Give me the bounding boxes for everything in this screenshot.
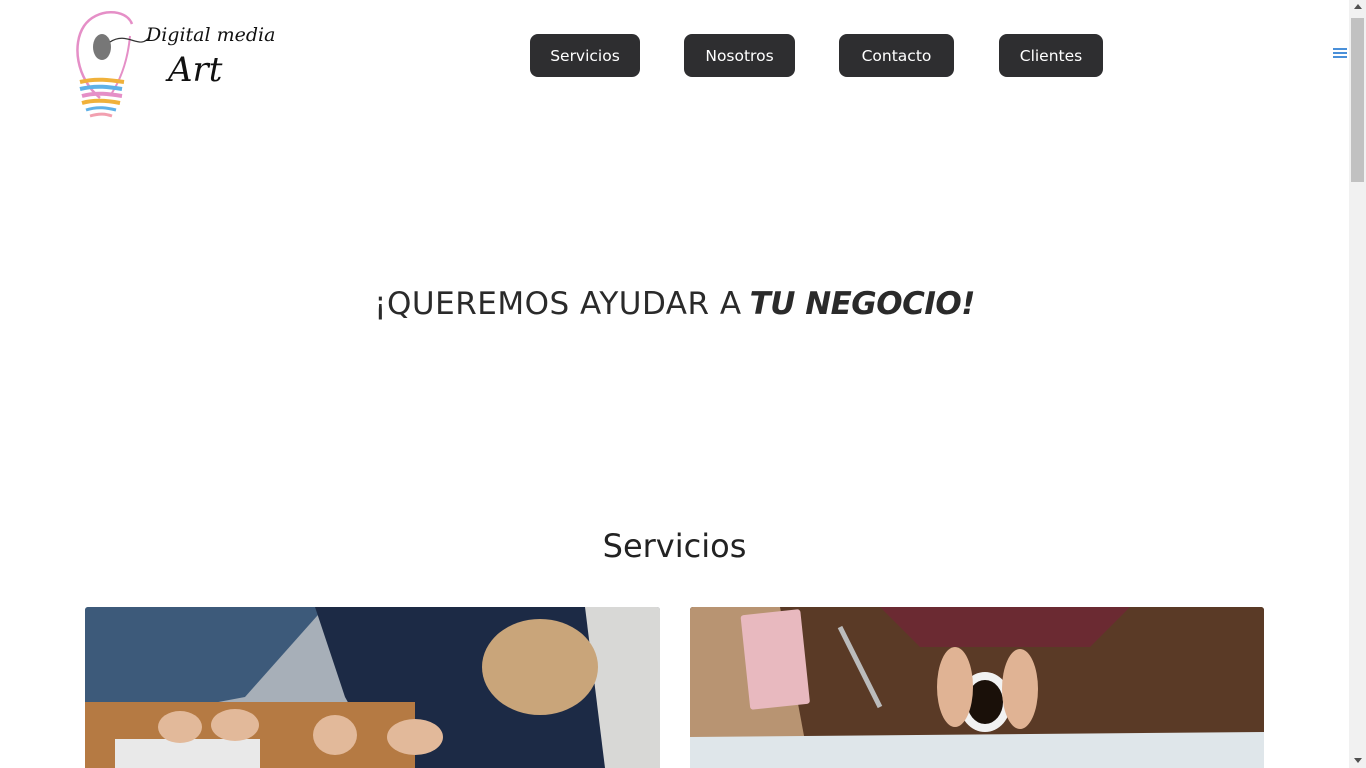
logo-text-line1: Digital media [146,24,276,46]
vertical-scrollbar[interactable] [1349,0,1366,768]
services-title: Servicios [602,527,747,565]
scrollbar-thumb[interactable] [1351,18,1364,182]
people-working-laptop-photo [85,607,660,768]
logo-text-line2: Art [168,50,223,90]
nav-clientes-button[interactable]: Clientes [999,34,1103,77]
hero-heading: ¡QUEREMOS AYUDAR A TU NEGOCIO! [0,286,1349,322]
hands-coffee-map-photo [690,607,1264,768]
service-card-1[interactable] [85,607,660,768]
nav-servicios-button[interactable]: Servicios [530,34,640,77]
logo[interactable]: Digital media Art [70,6,275,122]
service-card-2[interactable] [690,607,1264,768]
hamburger-icon[interactable] [1333,48,1347,60]
hero-text-emphasis: TU NEGOCIO! [749,286,976,322]
nav-nosotros-button[interactable]: Nosotros [684,34,795,77]
hero-text: ¡QUEREMOS AYUDAR A [374,286,742,322]
scroll-up-arrow-icon[interactable] [1354,4,1362,9]
scroll-down-arrow-icon[interactable] [1354,758,1362,763]
nav-contacto-button[interactable]: Contacto [839,34,954,77]
